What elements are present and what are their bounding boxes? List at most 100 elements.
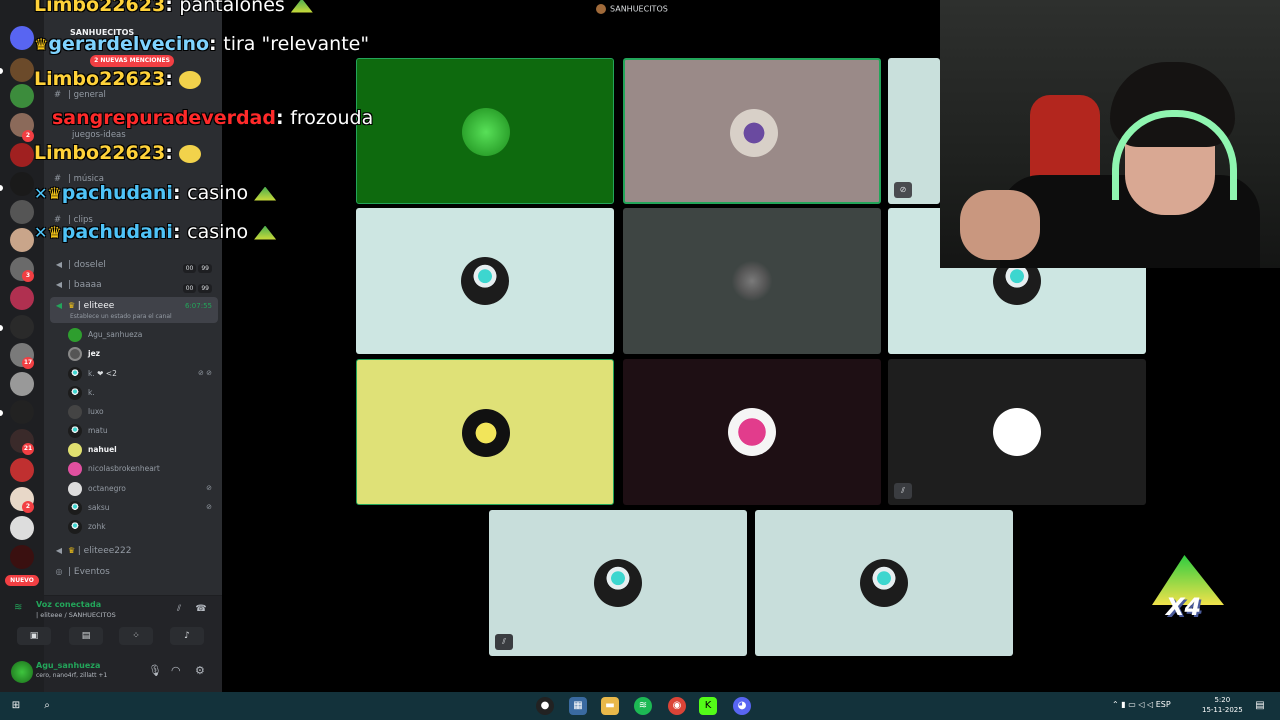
wave-emote-icon — [179, 144, 202, 163]
unread-indicator — [0, 410, 3, 416]
avatar — [68, 520, 82, 534]
chat-message: ✕♛pachudani: casino — [34, 221, 277, 243]
avatar — [462, 409, 510, 457]
server-icon[interactable] — [10, 372, 34, 396]
crown-icon: ♛ — [47, 223, 62, 242]
speaker-icon: ◀ — [55, 546, 63, 555]
speaker-icon: ◀ — [55, 280, 63, 289]
noise-suppression-button[interactable]: ⫽ — [172, 604, 186, 618]
avatar — [68, 501, 82, 515]
participant-tile[interactable] — [623, 208, 881, 354]
store-icon[interactable]: ▦ — [569, 697, 587, 715]
channel-status[interactable]: Establece un estado para el canal — [70, 313, 172, 320]
system-tray[interactable]: ⌃ ▮ ▭ ◁ ◁ ESP — [1112, 700, 1171, 709]
username[interactable]: Agu_sanhueza — [36, 661, 100, 670]
server-icon[interactable] — [10, 143, 34, 167]
channel-juegos-ideas[interactable]: juegos-ideas — [72, 127, 126, 143]
avatar — [461, 257, 509, 305]
unread-indicator — [0, 325, 3, 331]
call-timer: 6:07:55 — [185, 302, 212, 310]
voice-channel-doselel[interactable]: ◀ | doselel 00 99 — [50, 256, 218, 274]
participant-tile[interactable] — [356, 208, 614, 354]
voice-member[interactable]: matu — [68, 421, 216, 440]
voice-member[interactable]: octanegro ⊘ — [68, 479, 216, 498]
server-icon[interactable] — [10, 545, 34, 569]
server-icon[interactable] — [10, 172, 34, 196]
events-icon: ◎ — [55, 567, 63, 576]
voice-member[interactable]: zohk — [68, 517, 216, 536]
voice-channel-eliteee222[interactable]: ◀ ♛ | eliteee222 — [50, 542, 218, 560]
windows-start-icon[interactable]: ⊞ — [7, 697, 25, 715]
avatar — [860, 559, 908, 607]
crown-icon: ♛ — [47, 184, 62, 203]
signal-icon: ≋ — [14, 602, 23, 613]
new-badge[interactable]: NUEVO — [5, 575, 39, 586]
settings-icon[interactable]: ⚙ — [195, 664, 205, 677]
discord-icon[interactable]: ◕ — [733, 697, 751, 715]
soundboard-button[interactable]: ♪ — [170, 627, 204, 645]
participant-tile[interactable] — [623, 58, 881, 204]
voice-member[interactable]: nahuel — [68, 440, 216, 459]
crown-icon: ♛ — [68, 301, 78, 310]
server-icon[interactable] — [10, 286, 34, 310]
obs-icon[interactable]: ● — [536, 697, 554, 715]
spotify-icon[interactable]: ≋ — [634, 697, 652, 715]
screen-share-button[interactable]: ▤ — [69, 627, 103, 645]
participant-tile[interactable] — [623, 359, 881, 505]
muted-icon: ⫽ — [894, 483, 912, 499]
voice-member[interactable]: jez — [68, 344, 216, 363]
avatar — [68, 462, 82, 476]
voice-member[interactable]: luxo — [68, 402, 216, 421]
avatar — [728, 408, 776, 456]
avatar — [993, 408, 1041, 456]
participant-tile[interactable]: ⫽ — [888, 359, 1146, 505]
server-icon[interactable] — [10, 228, 34, 252]
microphone-icon[interactable]: 🎙︎ — [148, 664, 162, 677]
mentions-badge[interactable]: 2 NUEVAS MENCIONES — [90, 55, 174, 67]
avatar — [730, 109, 778, 157]
file-explorer-icon[interactable]: ▬ — [601, 697, 619, 715]
hat-emote-icon — [254, 186, 277, 201]
chrome-icon[interactable]: ◉ — [668, 697, 686, 715]
notifications-icon[interactable]: ▤ — [1251, 697, 1269, 715]
camera-button[interactable]: ▣ — [17, 627, 51, 645]
server-icon[interactable] — [10, 458, 34, 482]
dm-home-icon[interactable] — [10, 26, 34, 50]
avatar — [728, 257, 776, 305]
speaker-icon: ◁ — [1147, 700, 1154, 709]
voice-member[interactable]: nicolasbrokenheart — [68, 459, 216, 478]
search-icon[interactable]: ⌕ — [38, 697, 56, 715]
activities-button[interactable]: ⁘ — [119, 627, 153, 645]
screen-share-icon: ▤ — [81, 631, 91, 641]
participant-tile[interactable] — [356, 58, 614, 204]
headphones-icon[interactable]: ◠ — [171, 664, 181, 677]
chat-message: Limbo22623: — [34, 142, 202, 164]
voice-channel-path[interactable]: | eliteee / SANHUECITOS — [36, 611, 116, 619]
server-icon[interactable] — [10, 200, 34, 224]
speaker-icon: ◀ — [55, 260, 63, 269]
server-icon[interactable] — [10, 84, 34, 108]
server-icon[interactable] — [10, 58, 34, 82]
voice-connected-label[interactable]: Voz conectada — [36, 600, 101, 609]
voice-member[interactable]: saksu ⊘ — [68, 498, 216, 517]
server-icon[interactable] — [10, 315, 34, 339]
participant-tile[interactable] — [356, 359, 614, 505]
voice-member[interactable]: k. — [68, 383, 216, 402]
participant-tile[interactable] — [755, 510, 1013, 656]
events-channel[interactable]: ◎ | Eventos — [50, 563, 218, 581]
chat-message: ✕♛pachudani: casino — [34, 182, 277, 204]
participant-tile[interactable]: ⫽ — [489, 510, 747, 656]
server-icon[interactable] — [10, 516, 34, 540]
avatar — [68, 386, 82, 400]
avatar — [462, 108, 510, 156]
voice-channel-baaaa[interactable]: ◀ | baaaa 00 99 — [50, 276, 218, 294]
chat-message: ♛gerardelvecino: tira "relevante" — [34, 33, 370, 55]
voice-member[interactable]: Agu_sanhueza — [68, 325, 216, 344]
user-avatar[interactable] — [11, 661, 33, 683]
disconnect-button[interactable]: ☎ — [194, 604, 208, 618]
participant-tile[interactable]: ⊘ — [888, 58, 940, 204]
voice-member[interactable]: k. ❤ <2 ⊘ ⊘ — [68, 364, 216, 383]
server-icon[interactable] — [10, 400, 34, 424]
clock[interactable]: 5:20 15-11-2025 — [1202, 695, 1243, 715]
kick-icon[interactable]: K — [699, 697, 717, 715]
